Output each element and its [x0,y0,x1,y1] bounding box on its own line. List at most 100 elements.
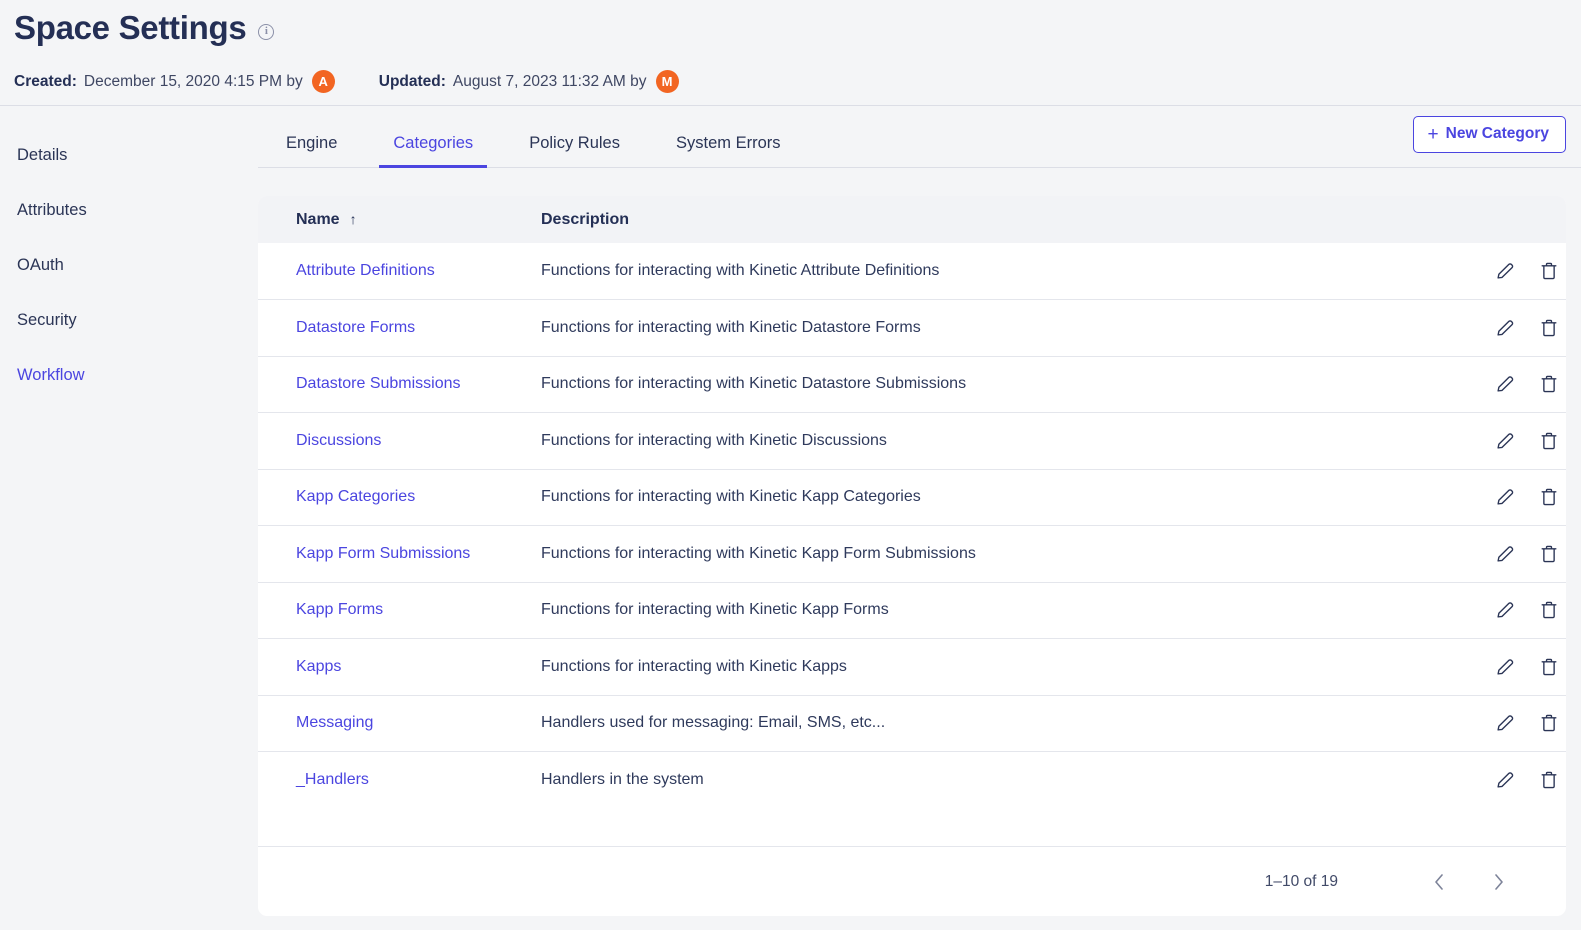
delete-category-button[interactable] [1532,706,1566,740]
category-description-cell: Functions for interacting with Kinetic D… [503,355,1416,413]
table-row: Kapp Forms Functions for interacting with… [258,581,1566,639]
category-name-cell: _Handlers [258,751,503,808]
delete-icon [1541,488,1557,506]
row-actions-cell [1416,412,1566,469]
updated-label: Updated: [378,72,446,90]
delete-category-button[interactable] [1532,424,1566,458]
delete-category-button[interactable] [1532,650,1566,684]
tab-engine[interactable]: Engine [258,133,365,167]
category-link[interactable]: _Handlers [296,769,369,791]
edit-category-button[interactable] [1488,367,1522,401]
chevron-right-icon [1495,873,1503,890]
page-title: Space Settings [14,9,247,46]
edit-icon [1497,545,1514,562]
content-area: Engine Categories Policy Rules System Er… [258,106,1581,930]
category-link[interactable]: Kapps [296,656,341,678]
category-link[interactable]: Kapp Form Submissions [296,543,470,565]
row-actions-cell [1416,355,1566,413]
edit-icon [1497,489,1514,505]
delete-icon [1541,658,1557,676]
category-link[interactable]: Messaging [296,712,373,734]
pagination-next-button[interactable] [1480,863,1518,901]
sidebar-item-details[interactable]: Details [0,128,258,183]
category-description-cell: Functions for interacting with Kinetic K… [503,468,1416,526]
delete-category-button[interactable] [1532,763,1566,797]
category-link[interactable]: Datastore Submissions [296,373,461,395]
edit-category-button[interactable] [1488,311,1522,345]
category-description-cell: Functions for interacting with Kinetic K… [503,638,1416,695]
info-icon[interactable]: i [258,23,275,40]
sidebar-item-attributes[interactable]: Attributes [0,183,258,238]
delete-icon [1541,714,1557,732]
new-category-button[interactable]: + New Category [1412,116,1566,153]
sidebar-item-oauth[interactable]: OAuth [0,238,258,293]
edit-category-button[interactable] [1488,424,1522,458]
tab-system-errors[interactable]: System Errors [648,133,809,167]
delete-icon [1541,262,1557,280]
table-row: Datastore Submissions Functions for inter… [258,355,1566,413]
row-actions-cell [1416,468,1566,526]
table-head: Name ↑ Description [258,196,1566,243]
category-link[interactable]: Attribute Definitions [296,260,435,282]
sidebar-item-security[interactable]: Security [0,293,258,348]
body-wrapper: Details Attributes OAuth Security Workfl… [0,106,1581,930]
table-row: Messaging Handlers used for messaging: Em… [258,694,1566,752]
tab-policy-rules[interactable]: Policy Rules [501,133,648,167]
updated-meta: Updated: August 7, 2023 11:32 AM by M [379,70,679,93]
categories-table: Name ↑ Description Attribute Definitions F… [258,196,1566,808]
category-link[interactable]: Kapp Forms [296,599,383,621]
table-row: Attribute Definitions Functions for inter… [258,243,1566,300]
delete-category-button[interactable] [1532,367,1566,401]
row-actions-cell [1416,525,1566,582]
edit-category-button[interactable] [1488,706,1522,740]
delete-category-button[interactable] [1532,480,1566,514]
category-description-cell: Handlers used for messaging: Email, SMS,… [503,694,1416,752]
category-link[interactable]: Discussions [296,430,381,452]
tab-list: Engine Categories Policy Rules System Er… [258,106,809,168]
category-name-cell: Kapp Categories [258,468,503,526]
edit-category-button[interactable] [1488,593,1522,627]
categories-card: Name ↑ Description Attribute Definitions F… [258,196,1566,916]
category-description-cell: Functions for interacting with Kinetic K… [503,525,1416,582]
category-name-cell: Kapps [258,638,503,695]
edit-icon [1497,602,1514,618]
delete-category-button[interactable] [1532,254,1566,288]
delete-category-button[interactable] [1532,537,1566,571]
category-name-cell: Kapp Form Submissions [258,525,503,582]
edit-category-button[interactable] [1488,650,1522,684]
avatar-updated[interactable]: M [655,70,679,93]
column-header-name-label: Name [296,210,340,228]
tab-categories[interactable]: Categories [365,133,501,168]
row-actions-cell [1416,243,1566,300]
column-header-name[interactable]: Name ↑ [258,196,503,243]
sort-ascending-icon: ↑ [349,210,357,227]
pagination: 1–10 of 19 [258,846,1566,916]
avatar-created[interactable]: A [311,70,335,93]
table-row: Discussions Functions for interacting wit… [258,412,1566,469]
created-value: December 15, 2020 4:15 PM by [83,72,303,90]
category-link[interactable]: Datastore Forms [296,317,415,339]
title-row: Space Settings i [14,8,1581,48]
column-header-description[interactable]: Description [503,196,1416,243]
sidebar-item-workflow[interactable]: Workflow [0,348,258,403]
table-row: Datastore Forms Functions for interacting… [258,299,1566,356]
category-description-cell: Functions for interacting with Kinetic D… [503,412,1416,469]
edit-category-button[interactable] [1488,763,1522,797]
row-actions-cell [1416,638,1566,695]
metadata-bar: Created: December 15, 2020 4:15 PM by A … [0,58,1581,106]
edit-category-button[interactable] [1488,537,1522,571]
delete-category-button[interactable] [1532,311,1566,345]
pagination-prev-button[interactable] [1420,863,1458,901]
category-description-cell: Handlers in the system [503,751,1416,808]
category-link[interactable]: Kapp Categories [296,486,415,508]
row-actions-cell [1416,581,1566,639]
updated-value: August 7, 2023 11:32 AM by [452,72,647,90]
delete-category-button[interactable] [1532,593,1566,627]
edit-category-button[interactable] [1488,254,1522,288]
edit-category-button[interactable] [1488,480,1522,514]
page-header: Space Settings i [0,0,1581,58]
category-name-cell: Datastore Forms [258,299,503,356]
table-row: Kapps Functions for interacting with Kine… [258,638,1566,695]
category-description-cell: Functions for interacting with Kinetic D… [503,299,1416,356]
category-description-cell: Functions for interacting with Kinetic K… [503,581,1416,639]
